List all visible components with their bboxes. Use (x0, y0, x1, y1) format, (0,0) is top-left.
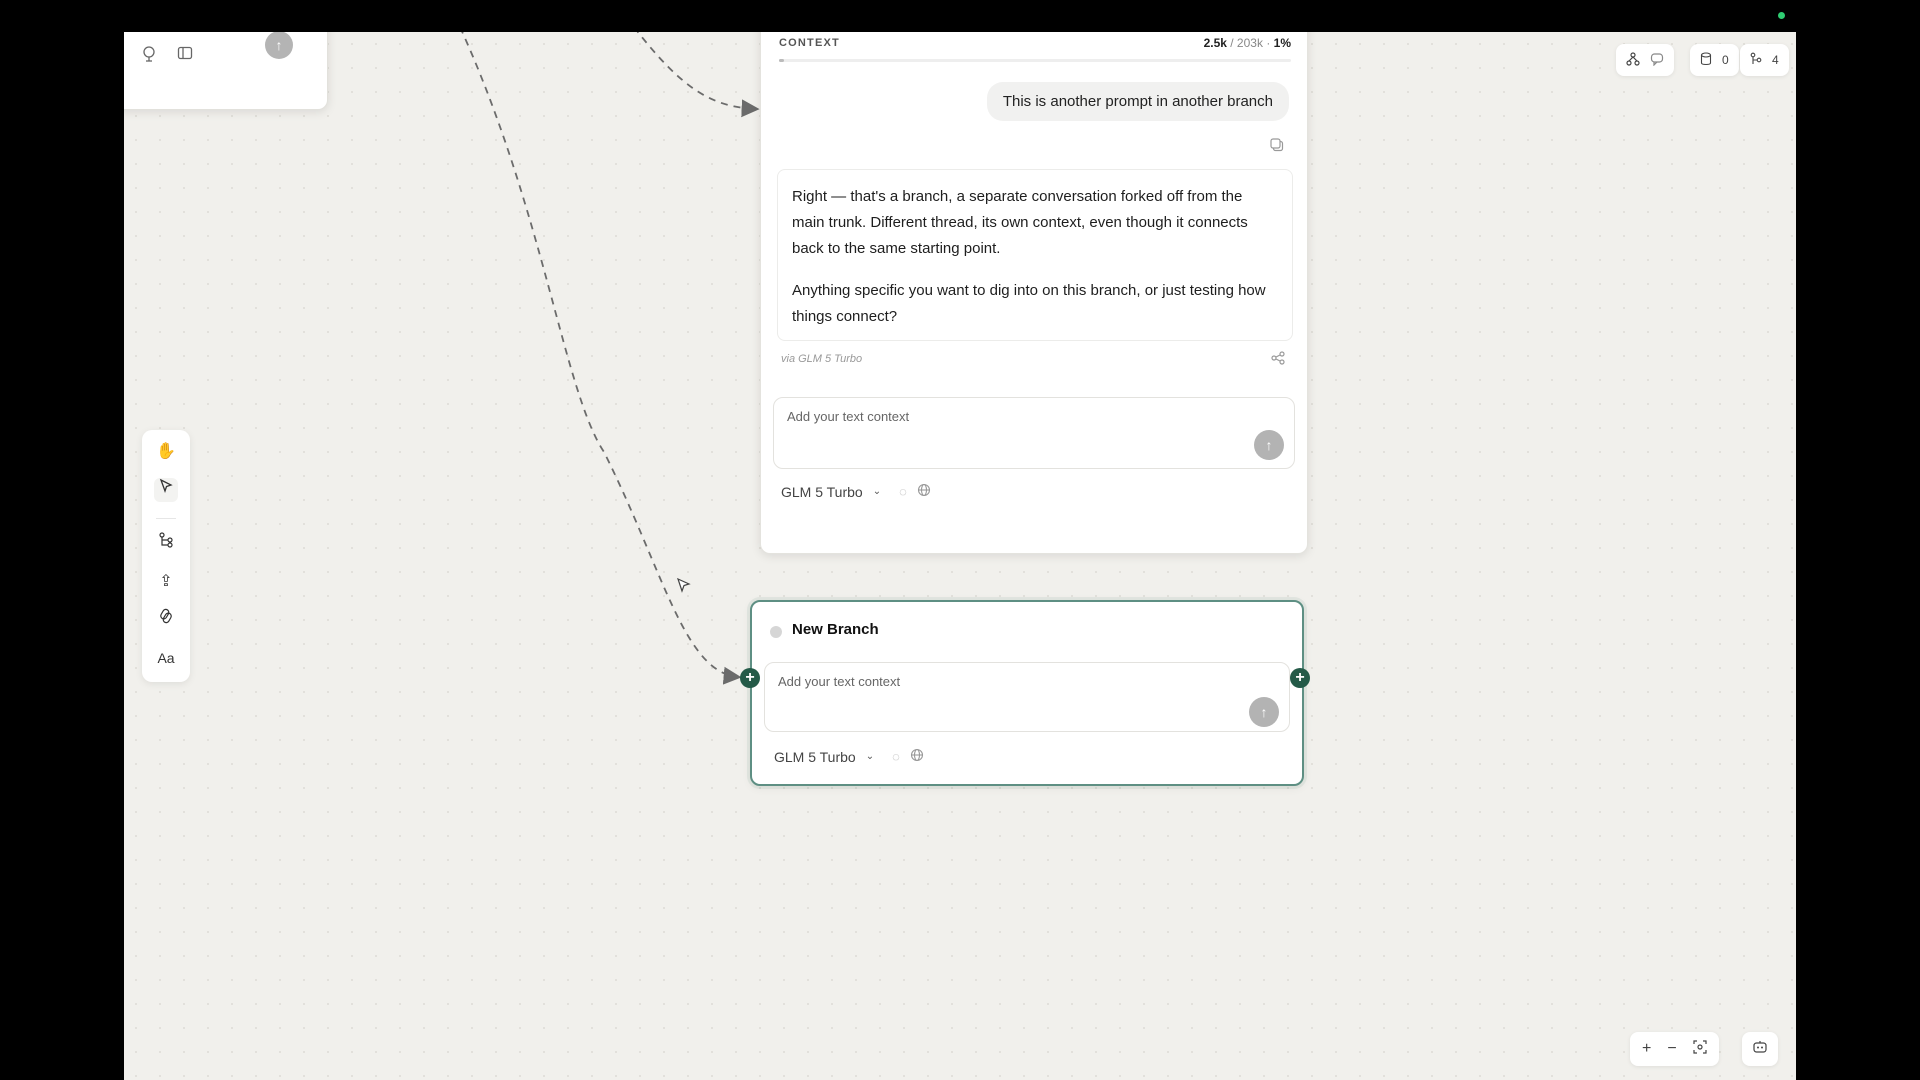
model-selector-row: GLM 5 Turbo ⌄ ◌ (781, 483, 931, 500)
conversation-node[interactable]: CONTEXT 2.5k / 203k · 1% This is another… (760, 32, 1308, 554)
user-prompt-bubble: This is another prompt in another branch (986, 82, 1289, 121)
add-input-handle[interactable]: + (740, 668, 760, 688)
text-icon[interactable]: Aa (154, 646, 178, 670)
prompt-input[interactable]: Add your text context ↑ (773, 397, 1295, 469)
branch-prompt-placeholder: Add your text context (778, 674, 901, 689)
canvas[interactable]: ↑ CONTEXT 2.5k / 203k · 1% This is anoth… (124, 32, 1796, 1080)
add-output-handle[interactable]: + (1290, 668, 1310, 688)
upload-icon[interactable]: ⇪ (154, 570, 178, 594)
previous-node-panel: ↑ (124, 32, 328, 110)
reasoning-icon[interactable]: ◌ (892, 749, 900, 764)
send-button[interactable]: ↑ (1254, 430, 1284, 460)
context-progress-fill (779, 59, 785, 62)
branches-counter[interactable]: 4 (1740, 44, 1789, 76)
context-percent: 1% (1273, 36, 1291, 50)
screen: ↑ CONTEXT 2.5k / 203k · 1% This is anoth… (0, 0, 1920, 1080)
branch-icon (1750, 52, 1762, 69)
toolbar-divider (156, 518, 176, 519)
context-total: / 203k (1230, 36, 1263, 50)
edge-to-main-node (636, 32, 760, 118)
globe-icon[interactable] (910, 748, 924, 765)
view-toggle-group (1616, 44, 1674, 76)
assistant-reply: Right — that's a branch, a separate conv… (777, 169, 1293, 341)
model-selector[interactable]: GLM 5 Turbo (781, 484, 863, 500)
reply-paragraph: Right — that's a branch, a separate conv… (792, 188, 1248, 257)
branches-count: 4 (1772, 53, 1779, 67)
context-label: CONTEXT (779, 37, 840, 49)
branch-model-selector-row: GLM 5 Turbo ⌄ ◌ (774, 748, 924, 765)
zoom-in-button[interactable]: + (1642, 1040, 1651, 1058)
model-attribution: via GLM 5 Turbo (781, 353, 863, 365)
database-icon (1700, 51, 1712, 69)
branch-prompt-input[interactable]: Add your text context ↑ (764, 662, 1290, 732)
fit-view-icon[interactable] (1693, 1039, 1707, 1059)
status-indicator (1778, 12, 1785, 19)
new-branch-node[interactable]: New Branch Add your text context ↑ GLM 5… (750, 600, 1304, 786)
context-separator: · (1266, 36, 1271, 50)
node-status-dot (770, 626, 782, 638)
hand-icon[interactable]: ✋ (154, 440, 178, 464)
arrow-up-icon[interactable]: ↑ (265, 32, 293, 59)
graph-icon[interactable] (1626, 51, 1640, 69)
brain-icon[interactable] (139, 45, 159, 65)
globe-icon[interactable] (917, 483, 931, 500)
left-toolbar: ✋ ⇪ Aa (142, 430, 190, 682)
chevron-down-icon[interactable]: ⌄ (873, 486, 881, 497)
zoom-controls: + − (1630, 1032, 1719, 1066)
copy-icon[interactable] (1269, 137, 1285, 153)
chevron-down-icon[interactable]: ⌄ (866, 751, 874, 762)
mouse-cursor-icon (676, 577, 692, 599)
branch-model-selector[interactable]: GLM 5 Turbo (774, 749, 856, 765)
context-usage: 2.5k / 203k · 1% (1204, 36, 1291, 50)
link-icon[interactable] (154, 608, 178, 632)
reply-paragraph: Anything specific you want to dig into o… (792, 282, 1266, 325)
node-title: New Branch (792, 621, 879, 638)
branch-icon[interactable] (154, 532, 178, 556)
chat-icon[interactable] (1650, 52, 1664, 69)
docs-counter[interactable]: 0 (1690, 44, 1739, 76)
pointer-icon[interactable] (154, 478, 178, 502)
docs-count: 0 (1722, 53, 1729, 67)
bot-icon (1752, 1040, 1768, 1059)
zoom-out-button[interactable]: − (1667, 1040, 1676, 1058)
context-progress-bar (779, 59, 1291, 62)
branch-send-button[interactable]: ↑ (1249, 697, 1279, 727)
prompt-placeholder: Add your text context (787, 409, 910, 424)
sidebar-icon[interactable] (175, 45, 195, 65)
context-used: 2.5k (1203, 36, 1227, 50)
edge-to-new-branch (461, 32, 742, 685)
assistant-button[interactable] (1742, 1032, 1778, 1066)
branch-share-icon[interactable] (1271, 351, 1285, 368)
reasoning-icon[interactable]: ◌ (899, 484, 907, 499)
